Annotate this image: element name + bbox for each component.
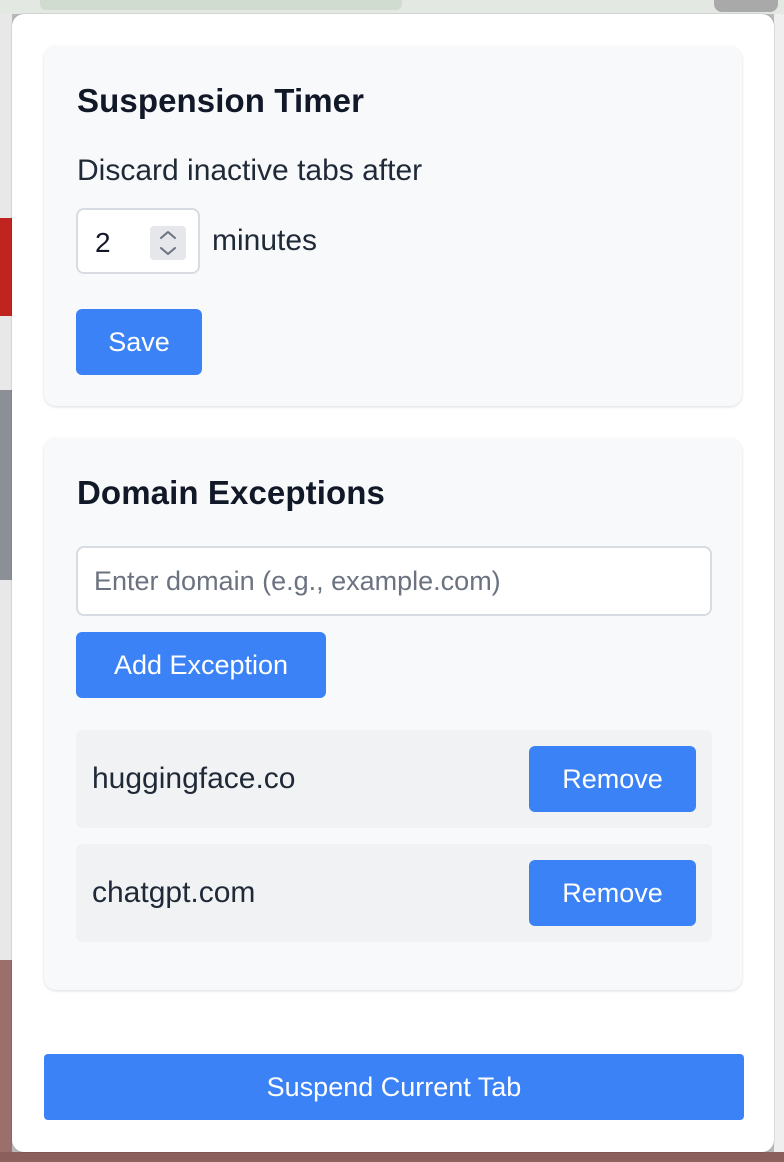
background-right-strip [774, 14, 784, 1162]
domain-exceptions-card: Domain Exceptions Add Exception huggingf… [44, 438, 742, 990]
save-button[interactable]: Save [76, 309, 202, 375]
up-down-chevron-icon[interactable] [150, 226, 186, 260]
background-address-pill [40, 0, 402, 10]
timer-input-row: 2 minutes [76, 206, 317, 276]
domain-exceptions-title: Domain Exceptions [77, 474, 385, 511]
suspend-current-tab-button[interactable]: Suspend Current Tab [44, 1054, 744, 1120]
extension-popup: Suspension Timer Discard inactive tabs a… [12, 14, 774, 1152]
background-bottom-strip [0, 1152, 784, 1162]
minutes-value: 2 [95, 227, 111, 258]
background-dark-image [0, 390, 12, 580]
remove-exception-button[interactable]: Remove [529, 746, 696, 812]
domain-input[interactable] [76, 546, 712, 616]
suspension-timer-title: Suspension Timer [77, 82, 365, 119]
exception-list: huggingface.co Remove chatgpt.com Remove [76, 730, 712, 958]
exception-domain: chatgpt.com [92, 876, 256, 909]
exception-item: chatgpt.com Remove [76, 844, 712, 942]
minutes-unit-label: minutes [212, 224, 318, 257]
background-red-banner [0, 218, 12, 316]
background-top-knob [714, 0, 778, 12]
remove-exception-button[interactable]: Remove [529, 860, 696, 926]
exception-item: huggingface.co Remove [76, 730, 712, 828]
exception-domain: huggingface.co [92, 762, 296, 795]
add-exception-button[interactable]: Add Exception [76, 632, 326, 698]
minutes-number-input[interactable]: 2 [76, 208, 200, 274]
suspension-timer-card: Suspension Timer Discard inactive tabs a… [44, 46, 742, 406]
discard-after-label: Discard inactive tabs after [77, 154, 423, 187]
background-photo [0, 960, 12, 1162]
